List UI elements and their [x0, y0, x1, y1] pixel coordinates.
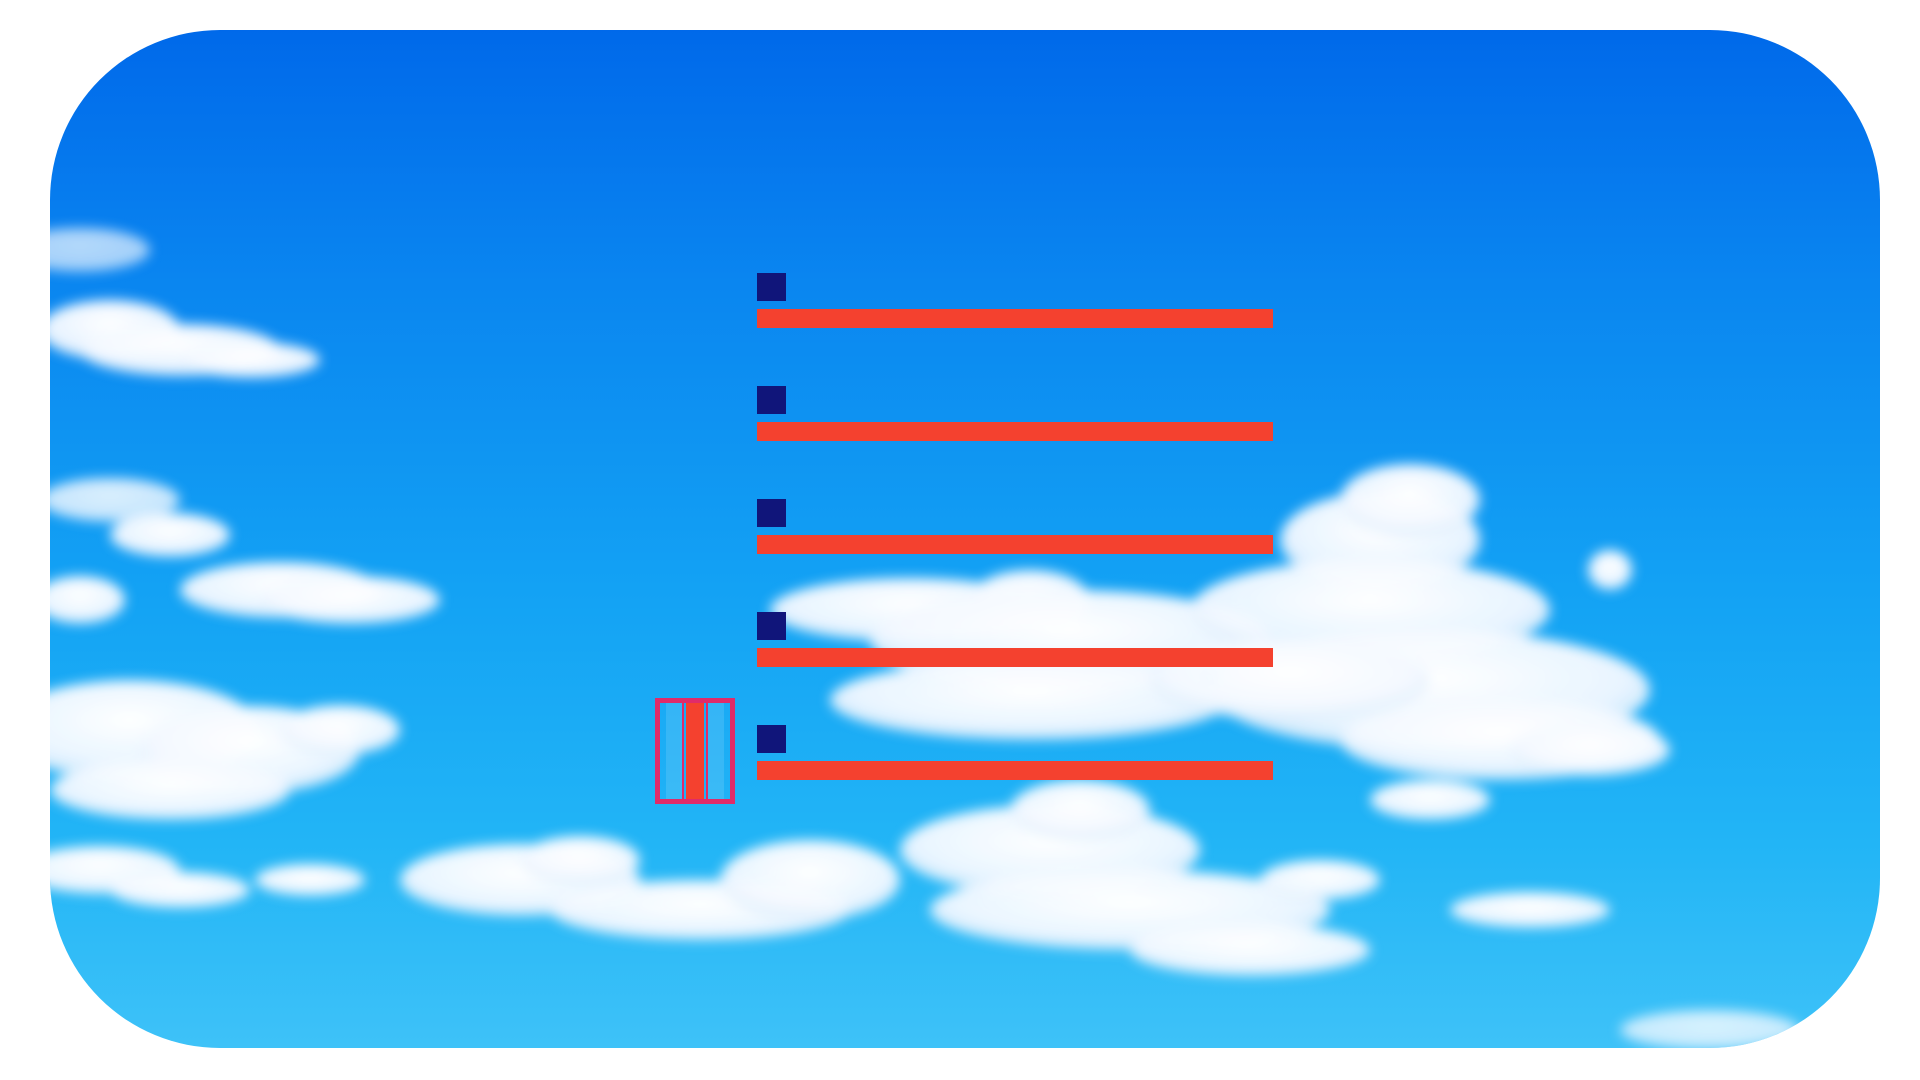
pause-button[interactable]: [655, 698, 735, 804]
pause-icon: [686, 703, 704, 799]
square-icon: [757, 386, 786, 414]
list-item: [757, 725, 1273, 785]
pause-left-lane: [666, 703, 684, 799]
square-icon: [757, 499, 786, 527]
list-item: [757, 273, 1273, 333]
list-item-bar: [757, 761, 1273, 780]
list-item-bar: [757, 535, 1273, 554]
list-item-bar: [757, 309, 1273, 328]
list-item: [757, 386, 1273, 446]
square-icon: [757, 273, 786, 301]
list-item-bar: [757, 422, 1273, 441]
pause-right-lane: [706, 703, 724, 799]
square-icon: [757, 725, 786, 753]
list-item: [757, 612, 1273, 672]
sky-frame: [50, 30, 1880, 1048]
square-icon: [757, 612, 786, 640]
list-item-bar: [757, 648, 1273, 667]
list-item: [757, 499, 1273, 559]
